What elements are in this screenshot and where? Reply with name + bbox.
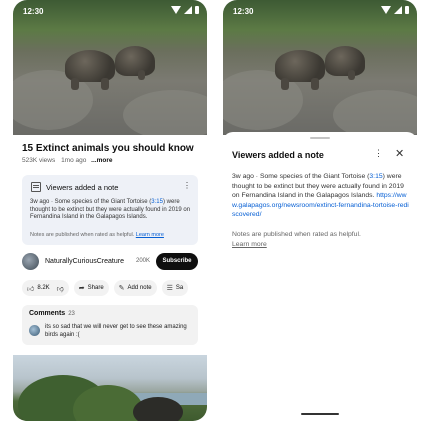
video-title: 15 Extinct animals you should know — [22, 143, 194, 154]
viewer-note-card[interactable]: Viewers added a note ⋮ 3w ago · Some spe… — [22, 175, 198, 245]
upload-age: 1mo ago — [61, 157, 87, 164]
save-button[interactable]: ☰ Sa — [161, 280, 189, 296]
subscribe-button[interactable]: Subscribe — [156, 253, 198, 270]
learn-more-link[interactable]: Learn more — [232, 241, 267, 248]
status-time: 12:30 — [23, 7, 44, 16]
tortoise-shape — [325, 46, 365, 76]
share-icon: ➦ — [78, 285, 85, 292]
thumbs-up-icon[interactable]: 👍︎ — [27, 284, 34, 293]
battery-icon — [195, 6, 199, 14]
like-dislike-pill[interactable]: 👍︎ 8.2K 👎︎ — [22, 280, 69, 296]
tortoise-leg — [281, 78, 289, 90]
sheet-body-text: 3w ago · Some species of the Giant Torto… — [232, 173, 370, 180]
tortoise-leg — [101, 78, 109, 90]
comments-header: Comments 23 — [29, 310, 75, 317]
close-icon[interactable]: ✕ — [395, 147, 404, 160]
sheet-body: 3w ago · Some species of the Giant Torto… — [232, 172, 410, 220]
comments-section[interactable]: Comments 23 its so sad that we will never… — [22, 305, 198, 345]
thumbs-down-icon[interactable]: 👎︎ — [57, 284, 64, 293]
more-vert-icon[interactable]: ⋮ — [183, 181, 191, 190]
add-note-label: Add note — [127, 285, 152, 291]
tortoise-leg — [138, 70, 145, 80]
commenter-avatar — [29, 325, 40, 336]
tortoise-leg — [348, 70, 355, 80]
status-bar: 12:30 — [13, 0, 207, 22]
more-link[interactable]: ...more — [91, 157, 112, 164]
rock-shape — [123, 90, 207, 135]
channel-name[interactable]: NaturallyCuriousCreature — [45, 258, 124, 265]
tortoise-leg — [311, 78, 319, 90]
note-body-text: 3w ago · Some species of the Giant Torto… — [30, 199, 152, 205]
learn-more-link[interactable]: Learn more — [136, 232, 164, 238]
status-time: 12:30 — [233, 7, 254, 16]
timestamp-link[interactable]: 3:15 — [369, 173, 382, 180]
share-button[interactable]: ➦ Share — [73, 280, 109, 296]
video-meta[interactable]: 523K views 1mo ago ...more — [22, 157, 112, 164]
tortoise-leg — [71, 78, 79, 90]
sheet-footer-text: Notes are published when rated as helpfu… — [232, 231, 361, 238]
share-label: Share — [87, 285, 104, 291]
status-bar: 12:30 — [223, 0, 417, 22]
note-header-label: Viewers added a note — [46, 182, 119, 192]
subscriber-count: 200K — [136, 258, 151, 264]
signal-icon — [184, 6, 192, 14]
sheet-footer: Notes are published when rated as helpfu… — [232, 230, 410, 249]
note-body: 3w ago · Some species of the Giant Torto… — [30, 199, 192, 222]
rock-shape — [333, 90, 417, 135]
wifi-icon — [171, 6, 181, 14]
save-label: Sa — [175, 285, 184, 291]
channel-avatar[interactable] — [22, 253, 39, 270]
status-icons — [171, 6, 199, 14]
note-header: Viewers added a note — [31, 182, 118, 192]
home-indicator[interactable] — [301, 413, 339, 415]
note-bottom-sheet: Viewers added a note ⋮ ✕ 3w ago · Some s… — [223, 132, 417, 421]
like-count: 8.2K — [37, 285, 50, 291]
phone-video-page: 12:30 15 Extinct animals you should know… — [13, 0, 207, 421]
note-footer-text: Notes are published when rated as helpfu… — [30, 232, 136, 238]
phone-note-sheet: 12:30 Viewers added a note ⋮ ✕ 3w ago · … — [223, 0, 417, 421]
next-video-thumbnail[interactable] — [13, 355, 207, 421]
more-vert-icon[interactable]: ⋮ — [374, 148, 383, 159]
comments-count: 23 — [68, 311, 75, 317]
top-comment: its so sad that we will never get to see… — [45, 324, 187, 338]
save-icon: ☰ — [166, 285, 173, 292]
comments-title: Comments — [29, 310, 66, 317]
status-icons — [381, 6, 409, 14]
note-footer: Notes are published when rated as helpfu… — [30, 232, 164, 238]
sheet-title: Viewers added a note — [232, 150, 324, 160]
battery-icon — [405, 6, 409, 14]
action-bar: 👍︎ 8.2K 👎︎ ➦ Share ✎ Add note ☰ Sa — [22, 280, 189, 296]
note-icon — [31, 182, 41, 192]
add-note-button[interactable]: ✎ Add note — [113, 280, 157, 296]
timestamp-link[interactable]: 3:15 — [151, 199, 163, 205]
tortoise-shape — [115, 46, 155, 76]
add-note-icon: ✎ — [118, 285, 125, 292]
channel-row: NaturallyCuriousCreature 200K Subscribe — [22, 253, 198, 271]
wifi-icon — [381, 6, 391, 14]
view-count: 523K views — [22, 157, 56, 164]
signal-icon — [394, 6, 402, 14]
sheet-drag-handle[interactable] — [310, 137, 330, 139]
rock-shape — [133, 397, 183, 421]
